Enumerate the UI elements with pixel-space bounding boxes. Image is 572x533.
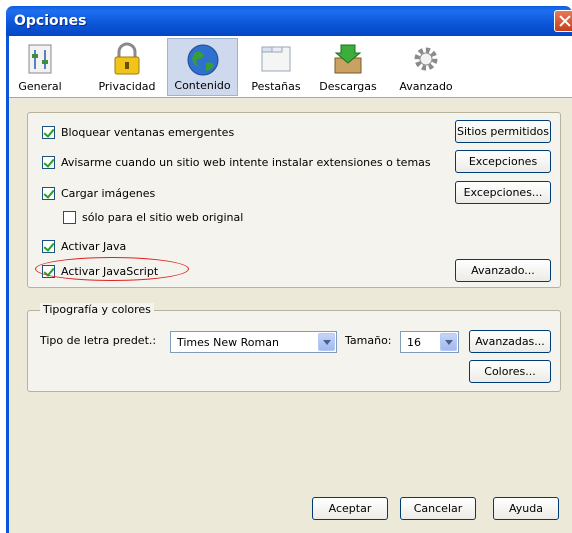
load-images-label: Cargar imágenes	[61, 186, 156, 200]
tab-label: Avanzado	[399, 80, 453, 93]
chevron-down-icon[interactable]	[318, 333, 335, 351]
window-title: Opciones	[14, 13, 87, 29]
javascript-advanced-button[interactable]: Avanzado...	[455, 259, 551, 282]
gear-icon	[414, 47, 438, 71]
tab-advanced[interactable]: Avanzado	[393, 38, 459, 96]
tab-downloads[interactable]: Descargas	[313, 38, 383, 96]
default-font-label: Tipo de letra predet.:	[40, 334, 157, 347]
enable-java-label: Activar Java	[61, 239, 127, 253]
load-images-checkbox[interactable]	[42, 186, 55, 200]
download-box-icon	[334, 44, 362, 74]
default-font-select[interactable]: Times New Roman	[170, 331, 337, 353]
image-exceptions-button[interactable]: Excepciones...	[455, 181, 551, 204]
enable-java-row[interactable]: Activar Java	[42, 237, 126, 255]
globe-icon	[187, 44, 218, 76]
help-button[interactable]: Ayuda	[493, 497, 559, 520]
warn-addons-label: Avisarme cuando un sitio web intente ins…	[61, 155, 431, 169]
tabs-icon	[261, 46, 291, 72]
accept-button[interactable]: Aceptar	[312, 497, 388, 520]
fonts-panel: Tipografía y colores Tipo de letra prede…	[27, 303, 561, 392]
tab-privacy[interactable]: Privacidad	[92, 38, 162, 96]
chevron-down-icon[interactable]	[440, 333, 457, 351]
cancel-button[interactable]: Cancelar	[400, 497, 476, 520]
default-font-value: Times New Roman	[177, 336, 279, 349]
addon-exceptions-button[interactable]: Excepciones	[455, 150, 551, 173]
font-size-select[interactable]: 16	[400, 331, 459, 353]
original-site-label: sólo para el sitio web original	[82, 210, 244, 224]
title-bar: Opciones	[6, 6, 572, 36]
block-popups-label: Bloquear ventanas emergentes	[61, 125, 235, 139]
warn-addons-checkbox[interactable]	[42, 155, 55, 169]
tab-tabs[interactable]: Pestañas	[245, 38, 307, 96]
size-label: Tamaño:	[345, 334, 392, 347]
tab-label: Pestañas	[251, 80, 301, 93]
colors-button[interactable]: Colores...	[469, 360, 551, 383]
options-window: General Privacidad Contenido Pestañas De…	[6, 36, 572, 533]
font-size-value: 16	[407, 336, 421, 349]
general-icon	[28, 44, 52, 74]
warn-addons-row[interactable]: Avisarme cuando un sitio web intente ins…	[42, 153, 431, 171]
lock-icon	[114, 42, 140, 75]
highlight-ellipse	[35, 257, 189, 281]
tab-label: General	[18, 80, 62, 93]
enable-java-checkbox[interactable]	[42, 239, 55, 253]
fonts-legend: Tipografía y colores	[40, 303, 154, 316]
allowed-sites-button[interactable]: Sitios permitidos	[455, 120, 551, 143]
tab-content[interactable]: Contenido	[167, 38, 238, 96]
load-images-row[interactable]: Cargar imágenes	[42, 184, 155, 202]
original-site-checkbox[interactable]	[63, 210, 76, 224]
fonts-advanced-button[interactable]: Avanzadas...	[469, 330, 551, 353]
tab-label: Contenido	[174, 79, 231, 92]
block-popups-checkbox[interactable]	[42, 125, 55, 139]
block-popups-row[interactable]: Bloquear ventanas emergentes	[42, 123, 234, 141]
original-site-row[interactable]: sólo para el sitio web original	[63, 208, 243, 226]
category-toolbar: General Privacidad Contenido Pestañas De…	[9, 36, 572, 98]
tab-label: Descargas	[319, 80, 377, 93]
tab-general[interactable]: General	[13, 38, 67, 96]
tab-label: Privacidad	[98, 80, 156, 93]
close-icon[interactable]	[554, 10, 572, 32]
